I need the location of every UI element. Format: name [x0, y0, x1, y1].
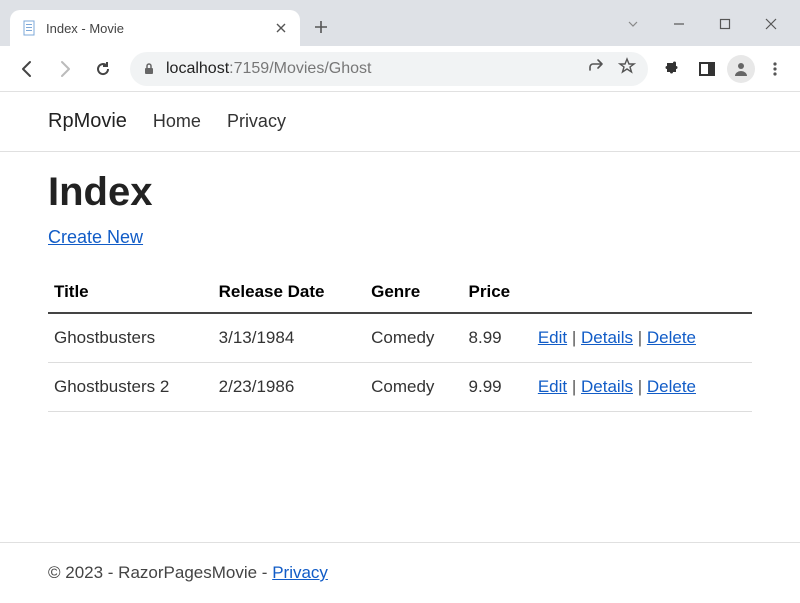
table-row: Ghostbusters 2 2/23/1986 Comedy 9.99 Edi…	[48, 363, 752, 412]
nav-privacy[interactable]: Privacy	[227, 111, 286, 132]
edit-link[interactable]: Edit	[538, 377, 567, 396]
chevron-down-icon[interactable]	[610, 8, 656, 40]
new-tab-button[interactable]	[306, 12, 336, 42]
cell-price: 9.99	[463, 363, 532, 412]
cell-title: Ghostbusters 2	[48, 363, 213, 412]
details-link[interactable]: Details	[581, 377, 633, 396]
browser-tab[interactable]: Index - Movie	[10, 10, 300, 46]
col-actions	[532, 272, 752, 313]
cell-title: Ghostbusters	[48, 313, 213, 363]
cell-price: 8.99	[463, 313, 532, 363]
cell-actions: Edit | Details | Delete	[532, 313, 752, 363]
back-button[interactable]	[10, 52, 44, 86]
browser-chrome: Index - Movie	[0, 0, 800, 92]
create-new-link[interactable]: Create New	[48, 227, 143, 247]
col-release: Release Date	[213, 272, 365, 313]
cell-release: 3/13/1984	[213, 313, 365, 363]
cell-actions: Edit | Details | Delete	[532, 363, 752, 412]
cell-genre: Comedy	[365, 363, 462, 412]
page-favicon	[22, 20, 38, 36]
main-content: Index Create New Title Release Date Genr…	[0, 152, 800, 542]
browser-toolbar: localhost:7159/Movies/Ghost	[0, 46, 800, 92]
titlebar: Index - Movie	[0, 0, 800, 46]
forward-button[interactable]	[48, 52, 82, 86]
footer-privacy-link[interactable]: Privacy	[272, 563, 328, 582]
site-navbar: RpMovie Home Privacy	[0, 92, 800, 152]
maximize-button[interactable]	[702, 8, 748, 40]
movies-table: Title Release Date Genre Price Ghostbust…	[48, 272, 752, 412]
close-tab-icon[interactable]	[272, 19, 290, 37]
table-row: Ghostbusters 3/13/1984 Comedy 8.99 Edit …	[48, 313, 752, 363]
delete-link[interactable]: Delete	[647, 377, 696, 396]
tab-title: Index - Movie	[46, 21, 264, 36]
brand-link[interactable]: RpMovie	[48, 110, 127, 133]
details-link[interactable]: Details	[581, 328, 633, 347]
page-content: RpMovie Home Privacy Index Create New Ti…	[0, 92, 800, 603]
url-text: localhost:7159/Movies/Ghost	[166, 60, 371, 78]
profile-avatar[interactable]	[726, 54, 756, 84]
share-icon[interactable]	[586, 57, 604, 80]
extensions-icon[interactable]	[658, 54, 688, 84]
lock-icon	[142, 62, 156, 76]
reload-button[interactable]	[86, 52, 120, 86]
edit-link[interactable]: Edit	[538, 328, 567, 347]
cell-release: 2/23/1986	[213, 363, 365, 412]
col-price: Price	[463, 272, 532, 313]
minimize-button[interactable]	[656, 8, 702, 40]
close-window-button[interactable]	[748, 8, 794, 40]
cell-genre: Comedy	[365, 313, 462, 363]
nav-home[interactable]: Home	[153, 111, 201, 132]
footer-copyright: © 2023 - RazorPagesMovie -	[48, 563, 272, 582]
window-controls	[610, 8, 800, 40]
col-title: Title	[48, 272, 213, 313]
site-footer: © 2023 - RazorPagesMovie - Privacy	[0, 542, 800, 603]
side-panel-icon[interactable]	[692, 54, 722, 84]
address-bar[interactable]: localhost:7159/Movies/Ghost	[130, 52, 648, 86]
col-genre: Genre	[365, 272, 462, 313]
menu-dots-icon[interactable]	[760, 54, 790, 84]
delete-link[interactable]: Delete	[647, 328, 696, 347]
page-title: Index	[48, 170, 752, 215]
bookmark-star-icon[interactable]	[618, 57, 636, 80]
omnibox-actions	[586, 57, 636, 80]
